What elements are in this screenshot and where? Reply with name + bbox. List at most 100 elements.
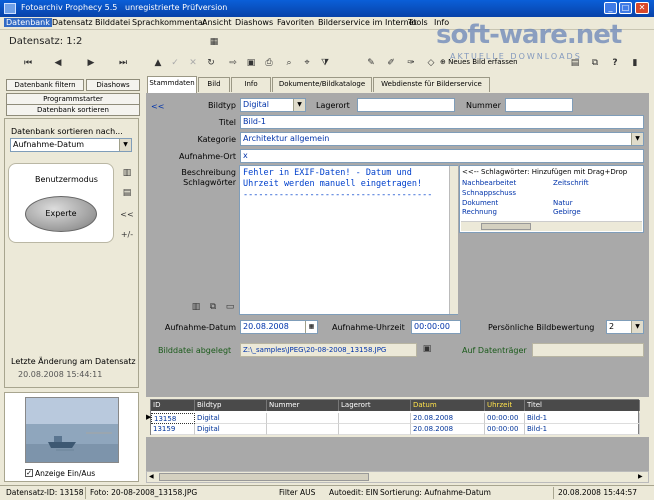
datentraeger-input[interactable] [532, 343, 644, 357]
close-button[interactable]: ✕ [635, 2, 649, 14]
minimize-button[interactable]: _ [604, 2, 617, 14]
table-header-bildtyp[interactable]: Bildtyp [195, 400, 267, 411]
table-cell[interactable] [339, 424, 411, 435]
keyword-item[interactable]: Gebirge [553, 208, 581, 216]
table-header-id[interactable]: ID [151, 400, 195, 411]
table-cell[interactable]: Bild-1 [525, 413, 640, 424]
keyword-item[interactable]: Rechnung [462, 208, 497, 216]
keyword-item[interactable]: Zeitschrift [553, 179, 589, 187]
arrow-icon[interactable]: ⇨ [226, 57, 240, 70]
sort-database-button[interactable]: Datenbank sortieren [6, 104, 140, 116]
table-cell[interactable] [339, 413, 411, 424]
menu-ansicht[interactable]: Ansicht [200, 18, 234, 27]
table-icon[interactable]: ▤ [120, 187, 134, 200]
diashows-button[interactable]: Diashows [86, 79, 140, 91]
help-icon[interactable]: ? [608, 57, 622, 70]
table-cell[interactable]: Digital [195, 424, 267, 435]
copy-text-icon[interactable]: ⧉ [206, 301, 220, 314]
kategorie-select[interactable]: Architektur allgemein ▼ [240, 132, 644, 146]
keyword-item[interactable]: Natur [553, 199, 573, 207]
lagerort-input[interactable] [357, 98, 455, 112]
table-cell[interactable]: 13158 [151, 413, 195, 424]
nummer-input[interactable] [505, 98, 573, 112]
tool-b-icon[interactable]: ✐ [384, 57, 398, 70]
last-record-icon[interactable]: ⏭ [116, 57, 130, 70]
description-scrollbar[interactable] [449, 166, 458, 314]
filter-database-button[interactable]: Datenbank filtern [6, 79, 84, 91]
table-cell[interactable]: 20.08.2008 [411, 424, 485, 435]
keyword-item[interactable]: Nachbearbeitet [462, 179, 516, 187]
tool-a-icon[interactable]: ✎ [364, 57, 378, 70]
calendar-picker-icon[interactable]: ▦ [305, 321, 317, 333]
uhrzeit-input[interactable]: 00:00:00 [411, 320, 461, 334]
table-cell[interactable] [267, 424, 339, 435]
form-icon[interactable]: ▥ [120, 167, 134, 180]
next-record-icon[interactable]: ▶ [84, 57, 98, 70]
table-cell[interactable]: 20.08.2008 [411, 413, 485, 424]
table-cell[interactable]: Bild-1 [525, 424, 640, 435]
display-toggle-checkbox[interactable]: ✓ [25, 469, 33, 477]
bilddatei-input[interactable]: Z:\_samples\JPEG\20-08-2008_13158.JPG [240, 343, 417, 357]
menu-tools[interactable]: Tools [406, 18, 430, 27]
save-icon[interactable]: ▤ [568, 57, 582, 70]
tab-stammdaten[interactable]: Stammdaten [147, 76, 197, 93]
keyword-item[interactable]: Schnappschuss [462, 189, 516, 197]
table-cell[interactable] [267, 413, 339, 424]
menu-bilddatei[interactable]: Bilddatei [93, 18, 132, 27]
menu-datensatz[interactable]: Datensatz [50, 18, 95, 27]
back-link[interactable]: << [151, 102, 164, 111]
table-header-datum[interactable]: Datum [411, 400, 485, 411]
print-icon[interactable]: ⎙ [262, 57, 276, 70]
first-record-icon[interactable]: ⏮ [21, 57, 35, 70]
up-icon[interactable]: ▲ [151, 57, 165, 70]
new-image-button[interactable]: ⊕ Neues Bild erfassen [440, 58, 550, 69]
keyword-hscrollbar[interactable] [461, 221, 642, 231]
tool-d-icon[interactable]: ◇ [424, 57, 438, 70]
comment-icon[interactable]: ▭ [223, 301, 237, 314]
table-header-lagerort[interactable]: Lagerort [339, 400, 411, 411]
copy-icon[interactable]: ⧉ [588, 57, 602, 70]
refresh-icon[interactable]: ↻ [204, 57, 218, 70]
filter-icon[interactable]: ⧩ [318, 57, 332, 70]
sort-select[interactable]: Aufnahme-Datum ▼ [10, 138, 132, 152]
scroll-thumb[interactable] [159, 473, 369, 481]
titel-input[interactable]: Bild-1 [240, 115, 644, 129]
aufnahmeort-input[interactable]: x [240, 149, 644, 163]
tab-dokumente[interactable]: Dokumente/Bildkataloge [272, 77, 372, 92]
table-cell[interactable]: 00:00:00 [485, 424, 525, 435]
plus-minus-icon[interactable]: +/- [120, 228, 134, 241]
maximize-button[interactable]: □ [619, 2, 632, 14]
scroll-thumb[interactable] [481, 223, 531, 230]
scroll-right-icon[interactable]: ▶ [638, 473, 646, 481]
table-header-titel[interactable]: Titel [525, 400, 640, 411]
search-icon[interactable]: ⌕ [282, 57, 296, 70]
previous-record-icon[interactable]: ◀ [51, 57, 65, 70]
cancel-icon[interactable]: ✕ [186, 57, 200, 70]
grid-hscrollbar[interactable]: ◀ ▶ [146, 471, 649, 483]
menu-sprachkommentar[interactable]: Sprachkommentar [130, 18, 208, 27]
books-icon[interactable]: ▥ [189, 301, 203, 314]
tab-bild[interactable]: Bild [198, 77, 230, 92]
menu-datenbank[interactable]: Datenbank [4, 18, 52, 27]
table-cell[interactable]: 00:00:00 [485, 413, 525, 424]
table-cell[interactable]: 13159 [151, 424, 195, 435]
tab-webdienste[interactable]: Webdienste für Bilderservice [373, 77, 490, 92]
scroll-left-icon[interactable]: ◀ [149, 473, 157, 481]
check-icon[interactable]: ✓ [168, 57, 182, 70]
calendar-icon[interactable]: ▦ [207, 36, 221, 49]
image-file-icon[interactable]: ▣ [420, 343, 434, 356]
menu-bilderservice[interactable]: Bilderservice im Internet [316, 18, 419, 27]
bewertung-select[interactable]: 2 ▼ [606, 320, 644, 334]
menu-favoriten[interactable]: Favoriten [275, 18, 316, 27]
bildtyp-select[interactable]: Digital ▼ [240, 98, 306, 112]
keyword-item[interactable]: Dokument [462, 199, 498, 207]
import-icon[interactable]: ▣ [244, 57, 258, 70]
binoculars-icon[interactable]: ⌖ [300, 57, 314, 70]
table-header-nummer[interactable]: Nummer [267, 400, 339, 411]
description-textarea[interactable]: Fehler in EXIF-Daten! - Datum und Uhrzei… [239, 165, 458, 315]
expert-mode-button[interactable]: Experte [25, 196, 97, 232]
table-cell[interactable]: Digital [195, 413, 267, 424]
menu-diashows[interactable]: Diashows [233, 18, 275, 27]
back-arrows-icon[interactable]: << [120, 208, 134, 221]
tab-info[interactable]: Info [231, 77, 271, 92]
